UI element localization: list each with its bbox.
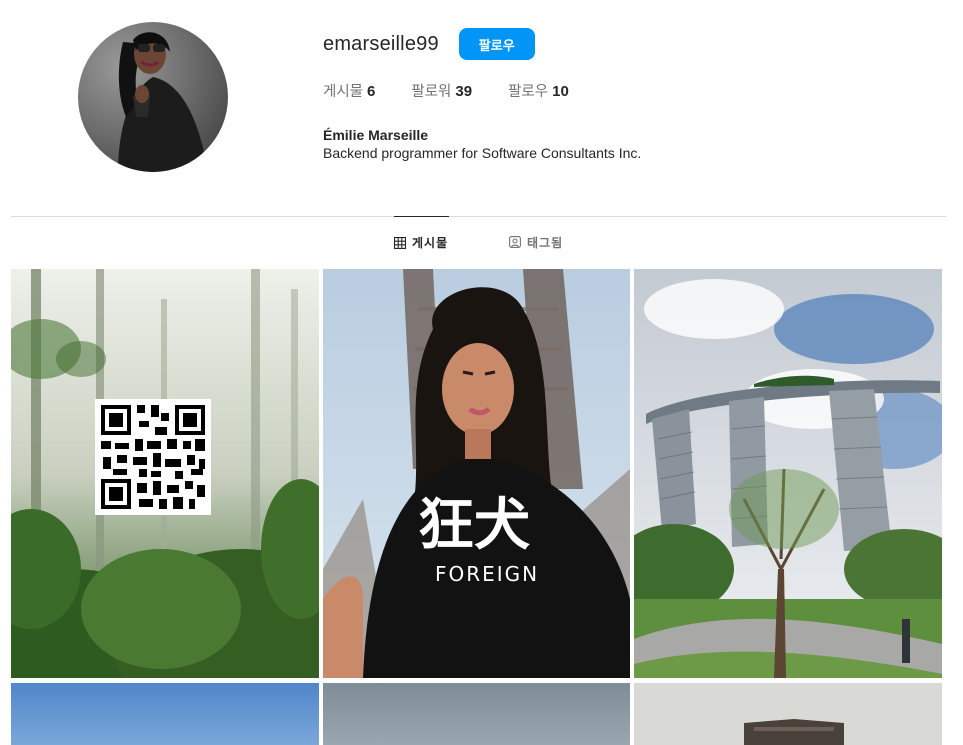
- tab-tagged[interactable]: 태그됨: [509, 216, 563, 268]
- profile-stats: 게시물 6 팔로워 39 팔로우 10: [323, 80, 605, 101]
- stat-following-count: 10: [552, 83, 569, 100]
- stat-posts[interactable]: 게시물 6: [323, 80, 375, 101]
- post-tile-1[interactable]: [11, 269, 319, 678]
- post-tile-3[interactable]: [634, 269, 942, 678]
- profile-bio: Backend programmer for Software Consulta…: [323, 145, 642, 161]
- stat-posts-label: 게시물: [323, 84, 364, 100]
- portrait-photo: 狂犬 FOREIGN: [323, 269, 630, 678]
- profile-full-name: Émilie Marseille: [323, 127, 429, 143]
- stat-following-label: 팔로우: [508, 84, 549, 100]
- post-tile-6[interactable]: [634, 683, 942, 745]
- forest-photo: [11, 269, 319, 678]
- tabs-divider: [11, 216, 946, 217]
- building-photo: [634, 683, 942, 745]
- tab-posts-label: 게시물: [412, 236, 449, 250]
- post-tile-4[interactable]: [11, 683, 319, 745]
- qr-code-icon: [95, 399, 211, 515]
- grid-icon: [393, 236, 407, 249]
- stat-followers-count: 39: [455, 83, 473, 100]
- tab-posts[interactable]: 게시물: [393, 216, 449, 268]
- towers-photo: [634, 269, 942, 678]
- tshirt-word: FOREIGN: [435, 562, 539, 586]
- post-tile-2[interactable]: 狂犬 FOREIGN: [323, 269, 630, 678]
- stat-posts-count: 6: [367, 83, 376, 100]
- username-row: emarseille99 팔로우: [323, 28, 535, 60]
- stat-followers-label: 팔로워: [411, 84, 452, 100]
- follow-button[interactable]: 팔로우: [458, 28, 535, 60]
- post-tile-5[interactable]: [323, 683, 630, 745]
- avatar-photo: [78, 22, 228, 172]
- stat-following[interactable]: 팔로우 10: [508, 80, 569, 101]
- tagged-user-icon: [509, 236, 521, 248]
- sky-photo: [11, 683, 319, 745]
- tshirt-kanji: 狂犬: [418, 493, 530, 558]
- username: emarseille99: [323, 32, 439, 55]
- tab-tagged-label: 태그됨: [527, 235, 564, 250]
- profile-avatar[interactable]: [78, 22, 228, 172]
- stat-followers[interactable]: 팔로워 39: [411, 80, 472, 101]
- grey-sky-photo: [323, 683, 630, 745]
